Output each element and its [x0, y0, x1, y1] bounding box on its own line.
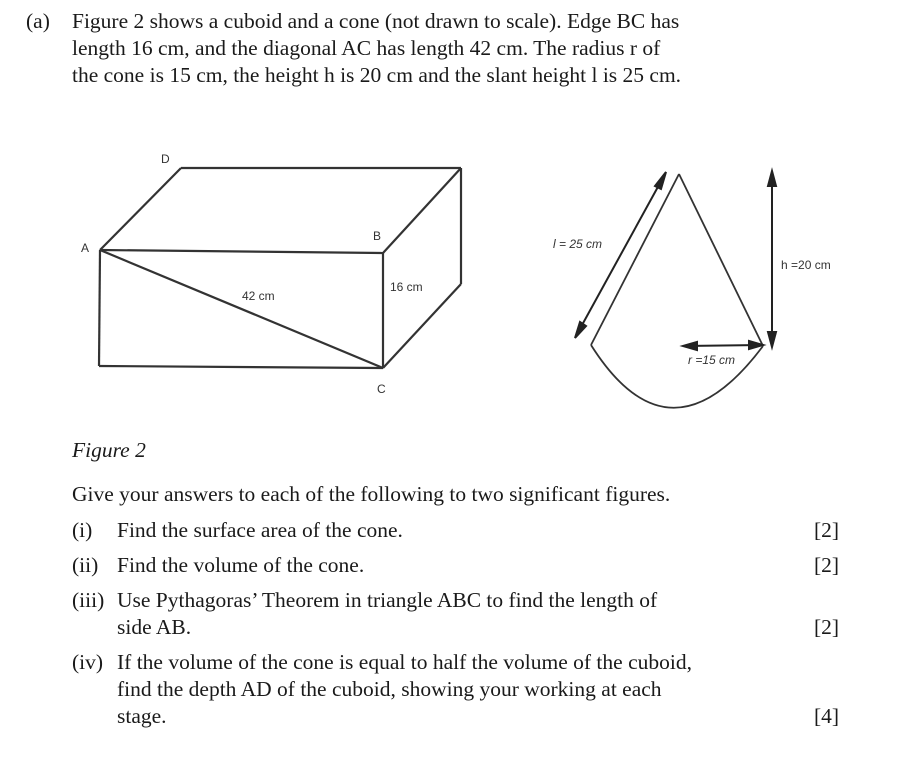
cone-right-side [678, 173, 764, 347]
question-marks: [2] [814, 518, 840, 542]
instruction-text: Give your answers to each of the followi… [72, 482, 671, 506]
question-marks: [4] [814, 704, 840, 728]
question-text-line-2: find the depth AD of the cuboid, showing… [117, 677, 662, 701]
cuboid-edge-a-b [99, 248, 384, 255]
figure-caption: Figure 2 [72, 438, 146, 462]
cuboid-diagram [97, 166, 463, 370]
vertex-label-a: A [81, 241, 89, 255]
cuboid-edge-front-bottom [98, 364, 384, 370]
figure-2: A D B C 42 cm 16 cm l = 25 cm h =20 cm r… [81, 152, 831, 409]
question-text-line-1: If the volume of the cone is equal to ha… [117, 650, 692, 674]
cuboid-diagonal-a-c [99, 248, 384, 370]
height-label: h =20 cm [781, 258, 831, 272]
cone-left-side [590, 173, 680, 346]
edge-bc-length-label: 16 cm [390, 280, 423, 294]
question-marks: [2] [814, 553, 840, 577]
vertex-label-d: D [161, 152, 170, 166]
radius-arrow-head-left [679, 340, 698, 352]
slant-arrow-head-bottom [574, 320, 588, 339]
slant-arrow-head-top [653, 171, 667, 191]
question-number: (iv) [72, 650, 104, 674]
cone-diagram [590, 173, 764, 409]
question-text-line-3: stage. [117, 704, 167, 728]
cuboid-edge-front-left [97, 249, 102, 367]
question-text-line-1: Use Pythagoras’ Theorem in triangle ABC … [117, 588, 658, 612]
question-number: (ii) [72, 553, 99, 577]
vertex-label-b: B [373, 229, 381, 243]
question-number: (iii) [72, 588, 105, 612]
question-number: (i) [72, 518, 93, 542]
question-text-line-2: side AB. [117, 615, 192, 639]
question-marks: [2] [814, 615, 840, 639]
slant-arrow-line [575, 173, 666, 337]
cuboid-edge-c-back [382, 283, 462, 369]
radius-label: r =15 cm [688, 353, 735, 367]
question-text: Find the surface area of the cone. [117, 518, 403, 542]
height-arrow-head-bottom [766, 331, 778, 351]
cuboid-edge-b-back [382, 167, 462, 254]
height-arrow-head-top [766, 167, 778, 187]
diagonal-length-label: 42 cm [242, 289, 275, 303]
cuboid-edge-a-d [99, 167, 182, 251]
question-text: Find the volume of the cone. [117, 553, 365, 577]
slant-height-label: l = 25 cm [553, 237, 602, 251]
vertex-label-c: C [377, 382, 386, 396]
cone-base-arc [590, 344, 764, 409]
